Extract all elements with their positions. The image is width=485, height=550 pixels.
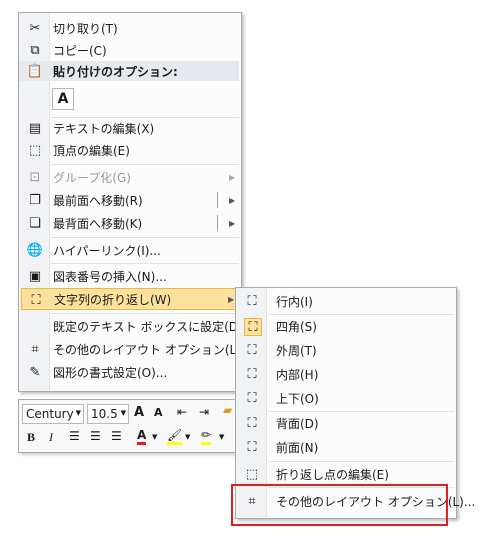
- wrap-text-icon: ⛶: [31, 292, 41, 308]
- font-name-dropdown[interactable]: Century ▼: [22, 404, 84, 424]
- inline-icon: ⛶: [247, 293, 257, 309]
- menu-item-more-layout-options[interactable]: ⌗ その他のレイアウト オプション(L)...: [21, 338, 252, 360]
- grow-font-button[interactable]: A: [134, 405, 144, 420]
- format-painter-icon[interactable]: ▰: [223, 403, 232, 417]
- submenu-item-tight[interactable]: ⛶ 外周(T): [238, 339, 456, 361]
- align-justify-icon[interactable]: ☰: [90, 429, 101, 443]
- submenu-item-through[interactable]: ⛶ 内部(H): [238, 363, 456, 385]
- separator: [51, 237, 239, 238]
- bold-button[interactable]: B: [27, 430, 35, 445]
- menu-item-edit-text[interactable]: ▤ テキストの編集(X): [21, 117, 241, 139]
- menu-item-set-default-textbox[interactable]: 既定のテキスト ボックスに設定(D): [21, 315, 243, 337]
- submenu-item-square[interactable]: ⛶ 四角(S): [238, 315, 456, 337]
- shrink-font-button[interactable]: A: [154, 406, 163, 419]
- hyperlink-icon: 🌐: [26, 242, 44, 258]
- separator: [51, 263, 239, 264]
- menu-item-format-shape[interactable]: ✎ 図形の書式設定(O)...: [21, 361, 241, 383]
- menu-item-hyperlink[interactable]: 🌐 ハイパーリンク(I)...: [21, 239, 241, 261]
- menu-item-group[interactable]: ⊡ グループ化(G) ▶: [21, 166, 241, 188]
- menu-item-insert-caption[interactable]: ▣ 図表番号の挿入(N)...: [21, 265, 241, 287]
- mini-toolbar: Century ▼ 10.5 ▼ A A ⇤ ⇥ ▰ B I ☰ ☰ ☰ A ▼…: [18, 399, 240, 453]
- context-menu: ✂ 切り取り(T) ⧉ コピー(C) 📋 貼り付けのオプション: A ▤ テキス…: [18, 12, 252, 392]
- scissors-icon: ✂: [29, 20, 41, 36]
- font-size-dropdown[interactable]: 10.5 ▼: [87, 404, 129, 424]
- bring-front-icon: ❐: [29, 192, 41, 208]
- highlight-annotation-box: [231, 484, 448, 526]
- submenu-item-top-bottom[interactable]: ⛶ 上下(O): [238, 387, 456, 409]
- split-divider: [217, 215, 218, 231]
- separator: [51, 313, 239, 314]
- menu-item-edit-points[interactable]: ⬚ 頂点の編集(E): [21, 139, 241, 161]
- copy-icon: ⧉: [30, 42, 40, 58]
- menu-item-cut[interactable]: ✂ 切り取り(T): [21, 17, 241, 39]
- edit-points-icon: ⬚: [28, 142, 42, 158]
- align-center-icon[interactable]: ☰: [69, 429, 80, 443]
- chevron-right-icon[interactable]: ▶: [229, 196, 235, 205]
- top-bottom-icon: ⛶: [247, 390, 257, 406]
- paste-options-header: 📋 貼り付けのオプション:: [26, 63, 178, 80]
- line-color-icon[interactable]: ✏: [201, 428, 212, 445]
- chevron-right-icon: ▶: [229, 173, 236, 182]
- split-divider: [217, 192, 218, 208]
- in-front-icon: ⛶: [247, 439, 257, 455]
- chevron-down-icon: ▼: [75, 409, 81, 417]
- menu-item-send-back[interactable]: ❏ 最背面へ移動(K) ▶: [21, 212, 241, 234]
- font-color-button[interactable]: A: [137, 428, 147, 445]
- separator: [268, 461, 454, 462]
- separator: [51, 164, 239, 165]
- edit-wrap-points-icon: ⬚: [245, 466, 259, 482]
- group-icon: ⊡: [29, 169, 41, 185]
- edit-text-icon: ▤: [28, 120, 42, 136]
- through-wrap-icon: ⛶: [247, 366, 257, 382]
- behind-text-icon: ⛶: [247, 415, 257, 431]
- menu-item-copy[interactable]: ⧉ コピー(C): [21, 39, 241, 61]
- format-shape-icon: ✎: [29, 364, 41, 380]
- tight-wrap-icon: ⛶: [247, 342, 257, 358]
- submenu-item-inline[interactable]: ⛶ 行内(I): [238, 290, 456, 312]
- chevron-down-icon[interactable]: ▼: [185, 433, 190, 441]
- chevron-right-icon[interactable]: ▶: [229, 219, 235, 228]
- chevron-down-icon[interactable]: ▼: [219, 433, 224, 441]
- chevron-down-icon[interactable]: ▼: [152, 433, 157, 441]
- paste-keep-text-button[interactable]: A: [52, 88, 74, 110]
- submenu-item-in-front[interactable]: ⛶ 前面(N): [238, 436, 456, 458]
- caption-icon: ▣: [28, 268, 42, 284]
- submenu-item-edit-wrap-points[interactable]: ⬚ 折り返し点の編集(E): [238, 463, 456, 485]
- paste-icon: 📋: [26, 63, 44, 79]
- italic-button[interactable]: I: [49, 430, 53, 445]
- menu-item-wrap-text[interactable]: ⛶ 文字列の折り返し(W) ▶: [21, 288, 239, 310]
- align-right-icon[interactable]: ☰: [111, 429, 122, 443]
- square-wrap-icon: ⛶: [244, 318, 262, 336]
- chevron-right-icon: ▶: [228, 295, 235, 304]
- submenu-item-behind-text[interactable]: ⛶ 背面(D): [238, 412, 456, 434]
- decrease-indent-icon[interactable]: ⇤: [177, 405, 187, 419]
- layout-options-icon: ⌗: [31, 341, 39, 357]
- menu-item-bring-front[interactable]: ❐ 最前面へ移動(R) ▶: [21, 189, 241, 211]
- highlight-icon[interactable]: 🖌: [167, 428, 183, 445]
- chevron-down-icon: ▼: [120, 409, 126, 417]
- increase-indent-icon[interactable]: ⇥: [199, 405, 209, 419]
- send-back-icon: ❏: [29, 215, 41, 231]
